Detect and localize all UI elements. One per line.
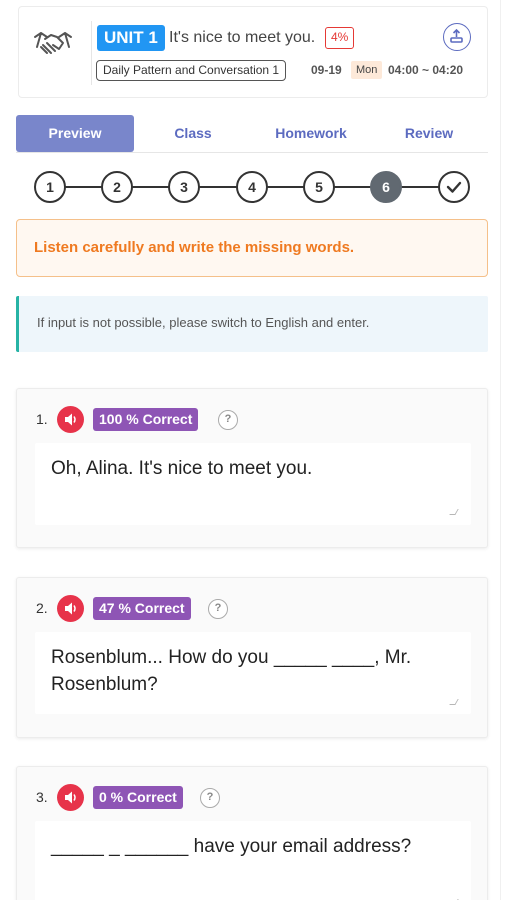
instruction-text: Listen carefully and write the missing w… [34,239,355,256]
lesson-tabs: Preview Class Homework Review [16,115,488,153]
lesson-time: 04:00 ~ 04:20 [388,63,464,77]
score-badge: 0 % Correct [93,786,183,809]
note-text: If input is not possible, please switch … [37,315,370,330]
speaker-icon[interactable] [57,595,84,622]
step-progress: 1 2 3 4 5 6 [34,171,470,203]
score-badge: 100 % Correct [93,408,199,431]
step-4[interactable]: 4 [236,171,268,203]
step-2[interactable]: 2 [101,171,133,203]
speaker-icon[interactable] [57,784,84,811]
question-card: 2. 47 % Correct ? Rosenblum... How do yo… [16,577,488,738]
lesson-title: It's nice to meet you. [169,29,316,46]
help-icon[interactable]: ? [208,599,228,619]
step-1[interactable]: 1 [34,171,66,203]
question-number: 3. [36,789,48,805]
step-6[interactable]: 6 [370,171,402,203]
tab-homework[interactable]: Homework [252,115,370,152]
progress-badge: 4% [325,27,355,49]
tab-review[interactable]: Review [370,115,488,152]
step-complete[interactable] [438,171,470,203]
handshake-icon [34,32,72,54]
question-number: 1. [36,411,48,427]
score-badge: 47 % Correct [93,597,191,620]
tab-preview[interactable]: Preview [16,115,134,152]
unit-badge: UNIT 1 [97,25,165,51]
help-icon[interactable]: ? [218,410,238,430]
question-card: 1. 100 % Correct ? Oh, Alina. It's nice … [16,388,488,548]
check-icon [446,181,462,193]
step-5[interactable]: 5 [303,171,335,203]
lesson-header-card: UNIT 1 It's nice to meet you. 4% Daily P… [18,6,488,98]
day-badge: Mon [351,61,383,79]
answer-textarea[interactable]: Oh, Alina. It's nice to meet you. [35,443,471,525]
scroll-rail[interactable] [500,0,501,900]
answer-textarea[interactable]: Rosenblum... How do you _____ ____, Mr. … [35,632,471,714]
answer-textarea[interactable]: _____ _ ______ have your email address? [35,821,471,900]
lesson-date: 09-19 [311,63,342,77]
stamp-icon [450,28,463,43]
export-icon[interactable] [443,23,471,51]
input-note: If input is not possible, please switch … [16,296,488,352]
header-divider [91,21,92,85]
step-3[interactable]: 3 [168,171,200,203]
instruction-box: Listen carefully and write the missing w… [16,219,488,277]
question-card: 3. 0 % Correct ? _____ _ ______ have you… [16,766,488,900]
question-number: 2. [36,600,48,616]
course-name: Daily Pattern and Conversation 1 [96,60,287,81]
tab-class[interactable]: Class [134,115,252,152]
help-icon[interactable]: ? [200,788,220,808]
speaker-icon[interactable] [57,406,84,433]
